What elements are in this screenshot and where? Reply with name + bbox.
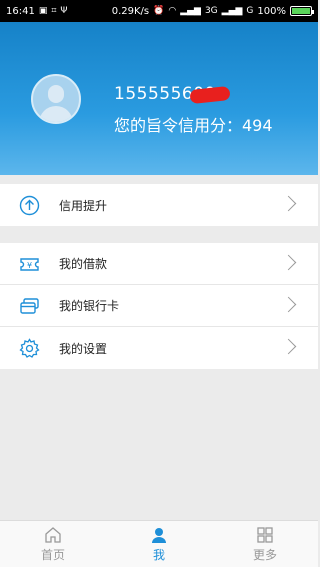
signal-type-2: G xyxy=(246,5,254,16)
home-icon xyxy=(45,527,61,543)
tab-label: 我 xyxy=(152,548,165,562)
grid-icon xyxy=(257,527,273,543)
bank-card-icon xyxy=(20,298,39,314)
menu-item-credit-boost[interactable]: 信用提升 xyxy=(0,184,318,226)
clock: 16:41 xyxy=(6,5,35,17)
menu-group-credit: 信用提升 xyxy=(0,184,318,226)
menu-label: 我的借款 xyxy=(59,257,108,271)
avatar-body-shape xyxy=(39,106,73,122)
arrow-up-circle-icon xyxy=(19,195,40,216)
tab-me[interactable]: 我 xyxy=(106,521,212,567)
alarm-icon: ⏰ xyxy=(153,5,165,16)
tab-label: 更多 xyxy=(252,548,277,562)
menu-label: 我的设置 xyxy=(59,341,108,356)
status-bar: 16:41 ▣ ⌗ Ψ 0.29K/s ⏰ ◠ ▂▄▆ 3G ▂▄▆ G 100… xyxy=(0,0,318,22)
signal-type: 3G xyxy=(204,5,218,16)
gear-icon xyxy=(19,338,40,358)
wifi-icon: ◠ xyxy=(168,5,177,16)
signal-icon-2: ▂▄▆ xyxy=(221,5,243,16)
svg-text:¥: ¥ xyxy=(27,261,32,270)
chevron-right-icon xyxy=(280,338,297,355)
person-icon xyxy=(152,528,166,543)
chevron-right-icon xyxy=(280,195,297,212)
menu-item-settings[interactable]: 我的设置 xyxy=(0,327,318,369)
menu-item-loans[interactable]: ¥ 我的借款 xyxy=(0,243,318,285)
battery-fill xyxy=(292,8,310,14)
tab-more[interactable]: 更多 xyxy=(212,521,318,567)
battery-percent: 100% xyxy=(257,5,286,17)
bottom-tab-bar: 首页 我 更多 xyxy=(0,520,318,567)
screenshot-icon: ⌗ xyxy=(51,5,57,16)
chevron-right-icon xyxy=(280,296,297,313)
network-speed: 0.29K/s xyxy=(111,5,150,17)
credit-score: 您的旨令信用分：494 xyxy=(114,116,273,135)
menu-label: 我的银行卡 xyxy=(59,299,120,313)
redaction-mark xyxy=(189,85,231,105)
menu-group-account: ¥ 我的借款 我的银行卡 我的设置 xyxy=(0,243,318,369)
tab-home[interactable]: 首页 xyxy=(0,521,106,567)
battery-icon xyxy=(290,6,314,16)
app-notification-icon: ▣ xyxy=(38,5,48,16)
profile-header: 155555600 您的旨令信用分：494 xyxy=(0,22,318,175)
chevron-right-icon xyxy=(280,254,297,271)
menu-label: 信用提升 xyxy=(59,198,108,213)
tab-label: 首页 xyxy=(40,548,65,562)
signal-icon: ▂▄▆ xyxy=(180,5,201,16)
ticket-icon: ¥ xyxy=(20,258,39,271)
avatar[interactable] xyxy=(31,74,81,124)
usb-icon: Ψ xyxy=(60,5,68,16)
avatar-head-shape xyxy=(48,85,64,103)
menu-item-bank-cards[interactable]: 我的银行卡 xyxy=(0,285,318,327)
